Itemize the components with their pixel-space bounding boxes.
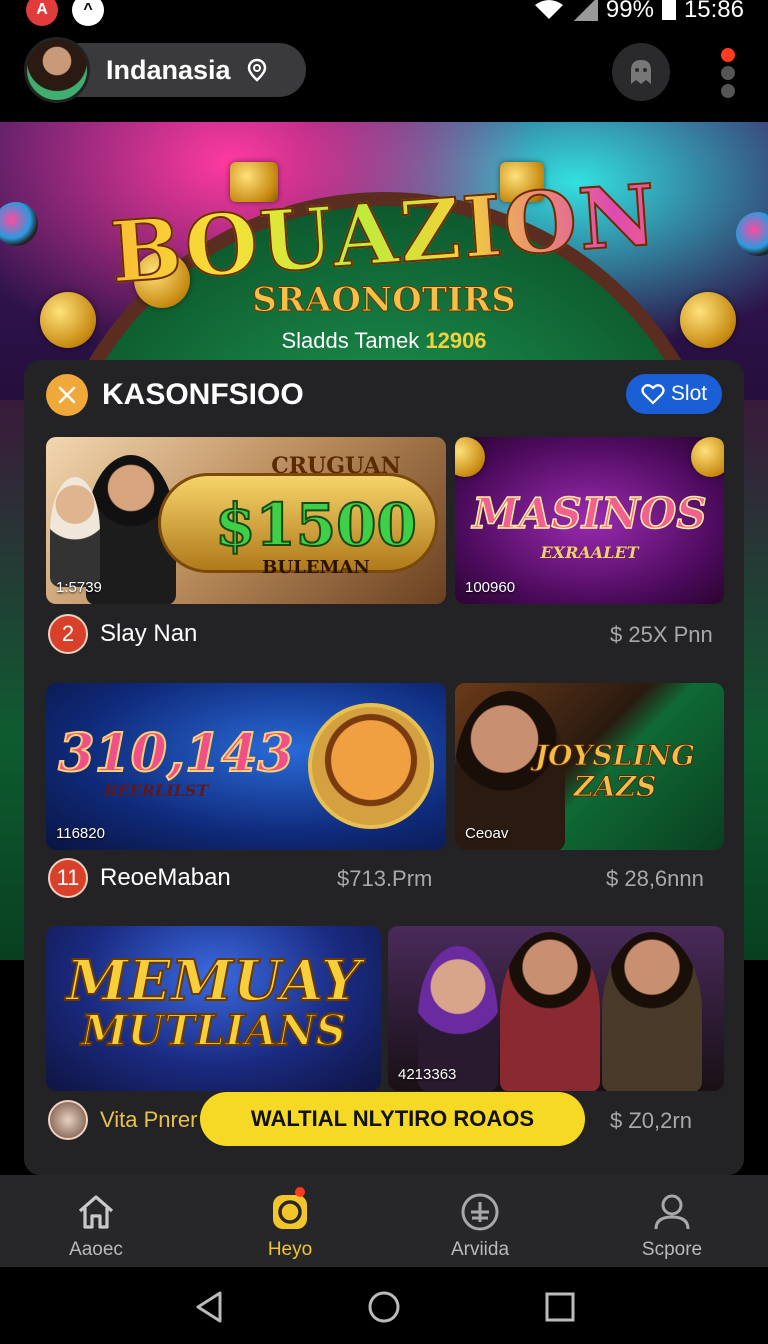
location-selector[interactable]: Indanasia — [24, 37, 306, 103]
nav-heyo-label: Heyo — [267, 1239, 313, 1260]
battery-icon — [661, 0, 676, 20]
player-photo — [500, 932, 600, 1091]
app-notification-icon: A — [26, 0, 58, 26]
game-tile[interactable]: JOYSLING ZAZS Ceoav — [455, 683, 724, 850]
game-price: $ Z0,2rn — [610, 1108, 692, 1133]
nav-home-label: Aaoec — [69, 1239, 123, 1260]
nav-scpore-label: Scpore — [641, 1239, 703, 1260]
app-header: Indanasia — [0, 28, 768, 122]
home-button-icon[interactable] — [366, 1289, 402, 1325]
system-navigation — [0, 1267, 768, 1344]
game-row-info[interactable]: 2 Slay Nan — [48, 614, 197, 654]
player-photo — [602, 932, 702, 1091]
nav-arviida[interactable]: Arviida — [420, 1191, 540, 1261]
nav-heyo[interactable]: Heyo — [230, 1187, 350, 1261]
tile-subheading: BULEMAN — [262, 557, 370, 578]
location-label: Indanasia — [106, 54, 231, 85]
app-notification-icon: ^ — [72, 0, 104, 26]
cta-button[interactable]: WALTIAL NLYTIRO ROAOS — [200, 1092, 585, 1146]
hero-tagline-number: 12906 — [425, 328, 487, 353]
game-price: $713.Prm — [337, 866, 433, 891]
rank-badge: 11 — [48, 858, 88, 898]
wifi-icon — [534, 0, 563, 19]
player-photo — [50, 477, 100, 587]
game-price: $ 28,6nnn — [606, 866, 704, 891]
tile-title: JOYSLING ZAZS — [534, 739, 696, 803]
nav-scpore[interactable]: Scpore — [612, 1191, 732, 1261]
ghost-icon — [631, 60, 651, 84]
user-icon — [651, 1191, 693, 1233]
game-name: Slay Nan — [100, 620, 198, 647]
tile-caption: Ceoav — [465, 825, 509, 842]
status-bar-app-icons: A ^ — [26, 0, 104, 26]
tile-caption: 4213363 — [398, 1066, 457, 1083]
more-menu-button[interactable] — [718, 48, 738, 100]
tile-amount: 310,143 — [57, 722, 294, 785]
tile-caption: 1:5739 — [56, 579, 102, 596]
profile-button[interactable] — [612, 43, 670, 101]
target-icon — [269, 1187, 311, 1233]
game-row-info[interactable]: 11 ReoeMaban — [48, 858, 231, 898]
slot-filter-button[interactable]: Slot — [626, 374, 722, 414]
bottom-navigation: Aaoec Heyo Arviida Scpore — [0, 1175, 768, 1267]
game-tile[interactable]: CRUGUAN $1500 BULEMAN 1:5739 — [46, 437, 446, 604]
home-icon — [75, 1191, 117, 1233]
battery-percent: 99% — [605, 0, 654, 23]
game-name: ReoeMaban — [100, 864, 231, 891]
game-tile[interactable]: MEMUAY MUTLIANS — [46, 926, 381, 1091]
coin-icon — [691, 437, 724, 477]
heart-icon — [641, 384, 665, 405]
game-list-card: KASONFSIOO Slot CRUGUAN $1500 BULEMAN 1:… — [24, 360, 744, 1175]
clock: 15:86 — [683, 0, 744, 23]
avatar — [48, 1100, 88, 1140]
tile-title: MEMUAY — [65, 947, 361, 1015]
card-title: KASONFSIOO — [102, 378, 304, 411]
tile-heading: CRUGUAN — [271, 453, 401, 479]
avatar — [24, 37, 90, 103]
close-icon — [58, 386, 76, 404]
status-bar-right: 99% 15:86 — [534, 0, 744, 24]
game-name: Vita Pnrer — [100, 1107, 198, 1132]
back-icon[interactable] — [192, 1289, 228, 1325]
hero-subtitle: SRAONOTIRS — [252, 280, 517, 321]
slot-label: Slot — [670, 382, 708, 405]
coin-icon — [455, 437, 485, 477]
game-row-info[interactable]: Vita Pnrer — [48, 1100, 197, 1140]
tile-title: MASINOS — [472, 488, 708, 539]
tile-subheading: BEERLILST — [103, 781, 209, 800]
location-pin-icon — [247, 58, 266, 82]
plus-circle-icon — [459, 1191, 501, 1233]
game-tile[interactable]: MASINOS EXRAALET 100960 — [455, 437, 724, 604]
signal-icon — [571, 0, 598, 21]
hero-tagline: Sladds Tamek 12906 — [0, 328, 768, 354]
game-price: $ 25X Pnn — [610, 622, 713, 647]
card-header: KASONFSIOO Slot — [24, 360, 744, 436]
tile-caption: 100960 — [465, 579, 516, 596]
hero-tagline-text: Sladds Tamek — [281, 328, 420, 353]
tile-amount: $1500 — [214, 490, 418, 560]
tile-subtitle: MUTLIANS — [80, 1005, 347, 1056]
rank-badge: 2 — [48, 614, 88, 654]
notification-dot-icon — [295, 1187, 305, 1197]
status-bar: A ^ 99% 15:86 — [0, 0, 768, 28]
tile-caption: 116820 — [56, 825, 105, 842]
notification-dot-icon — [721, 48, 735, 62]
game-tile[interactable]: 4213363 — [388, 926, 724, 1091]
game-tile[interactable]: 310,143 BEERLILST 116820 — [46, 683, 446, 850]
recents-icon[interactable] — [542, 1289, 578, 1325]
nav-arviida-label: Arviida — [450, 1239, 510, 1260]
nav-home[interactable]: Aaoec — [36, 1191, 156, 1261]
tile-subheading: EXRAALET — [540, 543, 639, 562]
close-button[interactable] — [46, 374, 88, 416]
